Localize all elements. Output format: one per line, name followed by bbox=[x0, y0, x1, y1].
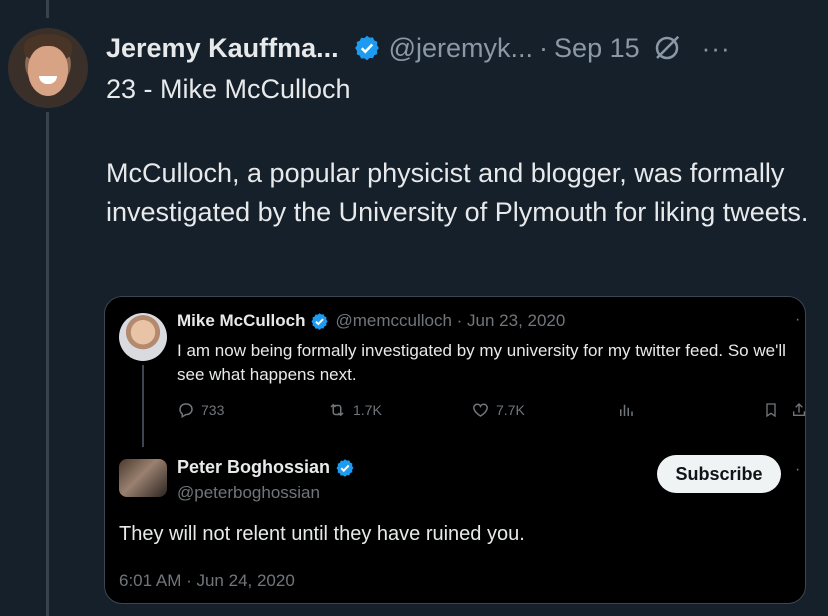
author-name[interactable]: Jeremy Kauffma... bbox=[106, 33, 339, 64]
reply-action[interactable]: 733 bbox=[177, 401, 224, 419]
quoted-handle-date[interactable]: @memcculloch · Jun 23, 2020 bbox=[335, 311, 565, 331]
avatar-face bbox=[28, 46, 68, 96]
separator-dot: · bbox=[539, 32, 549, 63]
tweet-date[interactable]: Sep 15 bbox=[554, 33, 640, 64]
reply-author-handle[interactable]: @peterboghossian bbox=[177, 483, 320, 503]
thread-line bbox=[46, 112, 49, 616]
quoted-verified-icon bbox=[310, 312, 329, 331]
quoted-more-icon[interactable]: · bbox=[795, 311, 800, 329]
quoted-thread-line bbox=[142, 365, 144, 447]
subscribe-button[interactable]: Subscribe bbox=[657, 455, 781, 493]
retweet-action[interactable]: 1.7K bbox=[327, 401, 382, 419]
reply-verified-icon bbox=[335, 458, 355, 478]
tweet-header: Jeremy Kauffma... @jeremyk... · Sep 15 ·… bbox=[106, 28, 818, 68]
grok-icon[interactable] bbox=[652, 33, 682, 63]
reply-author-avatar[interactable] bbox=[119, 459, 167, 497]
quoted-author-name[interactable]: Mike McCulloch bbox=[177, 311, 305, 331]
quoted-actions: 733 1.7K 7.7K bbox=[177, 401, 805, 425]
tweet-subtitle: 23 - Mike McCulloch bbox=[106, 74, 351, 104]
like-icon bbox=[473, 403, 488, 417]
share-icon[interactable] bbox=[791, 401, 805, 419]
reply-text: They will not relent until they have rui… bbox=[119, 523, 525, 545]
quoted-header: Mike McCulloch @memcculloch · Jun 23, 20… bbox=[177, 311, 565, 331]
like-count: 7.7K bbox=[496, 402, 525, 418]
quoted-tweet-card[interactable]: Mike McCulloch @memcculloch · Jun 23, 20… bbox=[104, 296, 806, 604]
quoted-author-avatar[interactable] bbox=[119, 313, 167, 361]
author-avatar[interactable] bbox=[8, 28, 88, 108]
reply-more-icon[interactable]: · bbox=[795, 461, 800, 479]
author-handle[interactable]: @jeremyk... bbox=[389, 33, 533, 64]
bookmark-icon[interactable] bbox=[763, 401, 779, 419]
more-options-icon[interactable]: ··· bbox=[702, 33, 731, 64]
reply-author-name[interactable]: Peter Boghossian bbox=[177, 457, 330, 478]
retweet-icon bbox=[330, 403, 344, 417]
retweet-count: 1.7K bbox=[353, 402, 382, 418]
reply-count: 733 bbox=[201, 402, 225, 418]
like-action[interactable]: 7.7K bbox=[471, 401, 525, 419]
reply-author: Peter Boghossian bbox=[177, 457, 355, 478]
reply-icon bbox=[179, 403, 193, 419]
views-icon[interactable] bbox=[617, 401, 635, 419]
quoted-text: I am now being formally investigated by … bbox=[177, 341, 786, 384]
verified-badge-icon bbox=[353, 34, 381, 62]
tweet-text: McCulloch, a popular physicist and blogg… bbox=[106, 158, 809, 227]
thread-line-top bbox=[46, 0, 49, 18]
reply-timestamp[interactable]: 6:01 AM · Jun 24, 2020 bbox=[119, 571, 295, 591]
